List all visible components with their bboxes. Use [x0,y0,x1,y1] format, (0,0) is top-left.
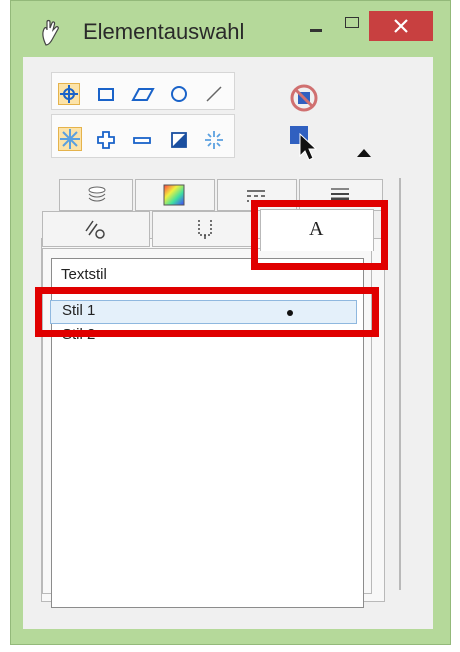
list-header: Textstil [61,266,107,283]
template-icon [198,220,212,239]
close-icon [394,19,408,33]
maximize-button[interactable] [339,13,365,33]
no-selection-icon[interactable] [288,82,320,114]
circle-icon[interactable] [168,83,190,105]
level-symbol-icon [85,220,105,239]
highlight-box-tab [251,200,388,270]
invert-selection-icon[interactable] [58,127,82,151]
parallelogram-icon[interactable] [131,83,155,105]
minimize-button[interactable] [303,15,331,39]
highlight-box-row [35,287,379,337]
selection-arrow-icon[interactable] [288,124,322,162]
tab-layers[interactable] [59,179,133,211]
collapse-arrow-icon[interactable] [355,146,373,158]
element-selection-icon[interactable] [58,83,80,105]
toggle-icon[interactable] [168,129,190,151]
line-icon[interactable] [203,83,225,105]
add-icon[interactable] [95,129,117,151]
rectangle-icon[interactable] [95,83,117,105]
window-title: Elementauswahl [83,19,245,44]
tab-template[interactable] [152,211,258,247]
layers-icon [88,186,106,202]
close-button[interactable] [369,11,433,41]
color-icon [163,184,185,206]
tab-level-symbol[interactable] [42,211,150,247]
subtract-icon[interactable] [131,129,153,151]
app-icon [39,19,63,47]
tab-color[interactable] [135,179,215,211]
clear-icon[interactable] [203,129,225,151]
panel-edge-line [399,178,401,590]
